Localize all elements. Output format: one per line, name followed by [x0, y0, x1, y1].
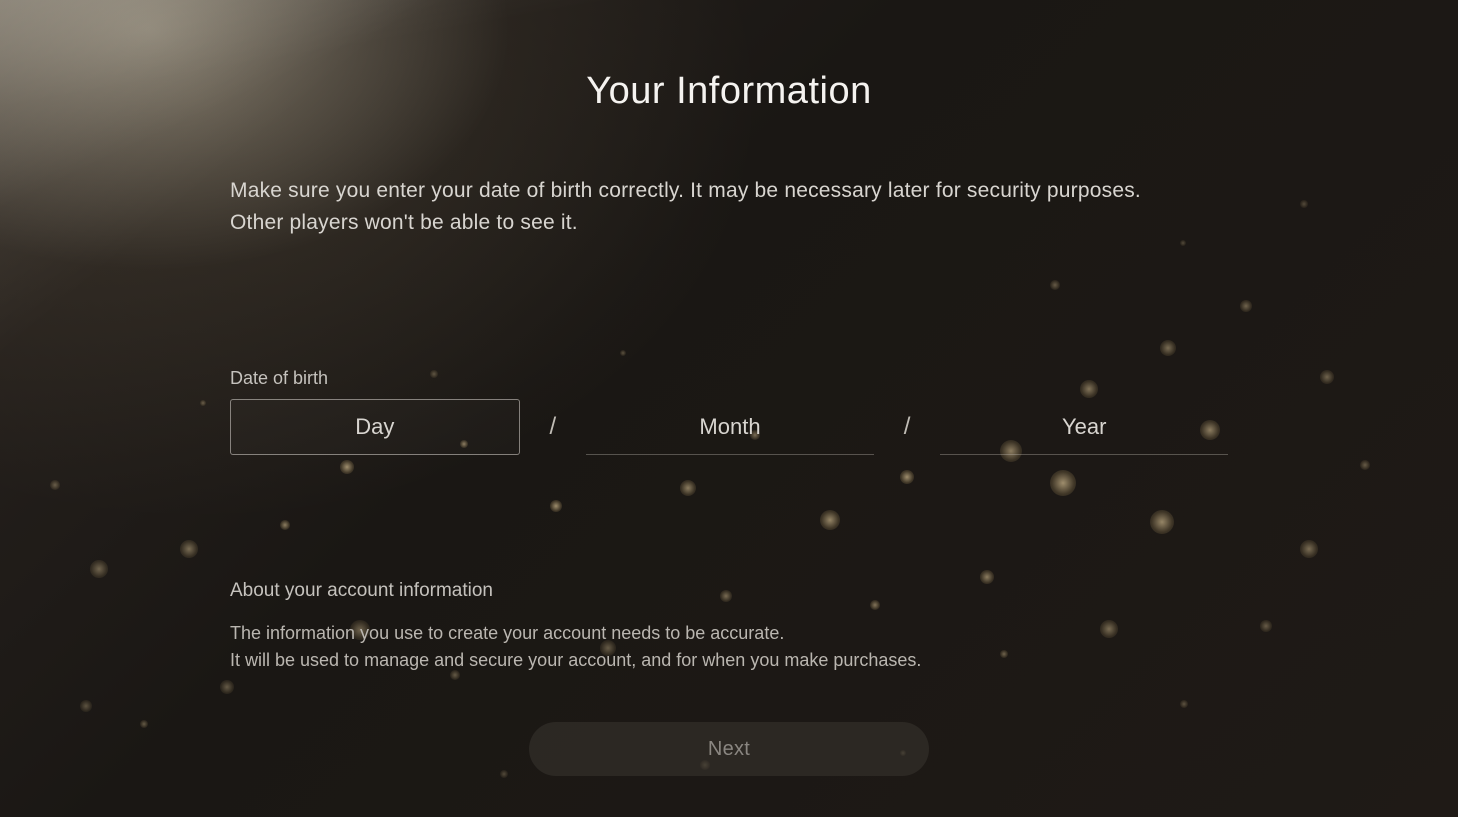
info-line-1: The information you use to create your a… [230, 620, 1228, 647]
next-button[interactable]: Next [529, 722, 929, 776]
date-separator: / [550, 413, 557, 441]
page-title: Your Information [230, 70, 1228, 113]
account-info-heading: About your account information [230, 580, 1228, 602]
account-info-section: About your account information The infor… [230, 580, 1228, 674]
instruction-line-2: Other players won't be able to see it. [230, 207, 1228, 239]
instruction-text: Make sure you enter your date of birth c… [230, 175, 1228, 238]
date-of-birth-label: Date of birth [230, 368, 1228, 389]
month-field[interactable]: Month [586, 399, 874, 455]
info-line-2: It will be used to manage and secure you… [230, 647, 1228, 674]
account-info-text: The information you use to create your a… [230, 620, 1228, 674]
instruction-line-1: Make sure you enter your date of birth c… [230, 175, 1228, 207]
main-content: Your Information Make sure you enter you… [0, 0, 1458, 776]
date-separator: / [904, 413, 911, 441]
day-field[interactable]: Day [230, 399, 520, 455]
year-field[interactable]: Year [940, 399, 1228, 455]
date-of-birth-section: Date of birth Day / Month / Year [230, 368, 1228, 455]
date-of-birth-inputs: Day / Month / Year [230, 399, 1228, 455]
